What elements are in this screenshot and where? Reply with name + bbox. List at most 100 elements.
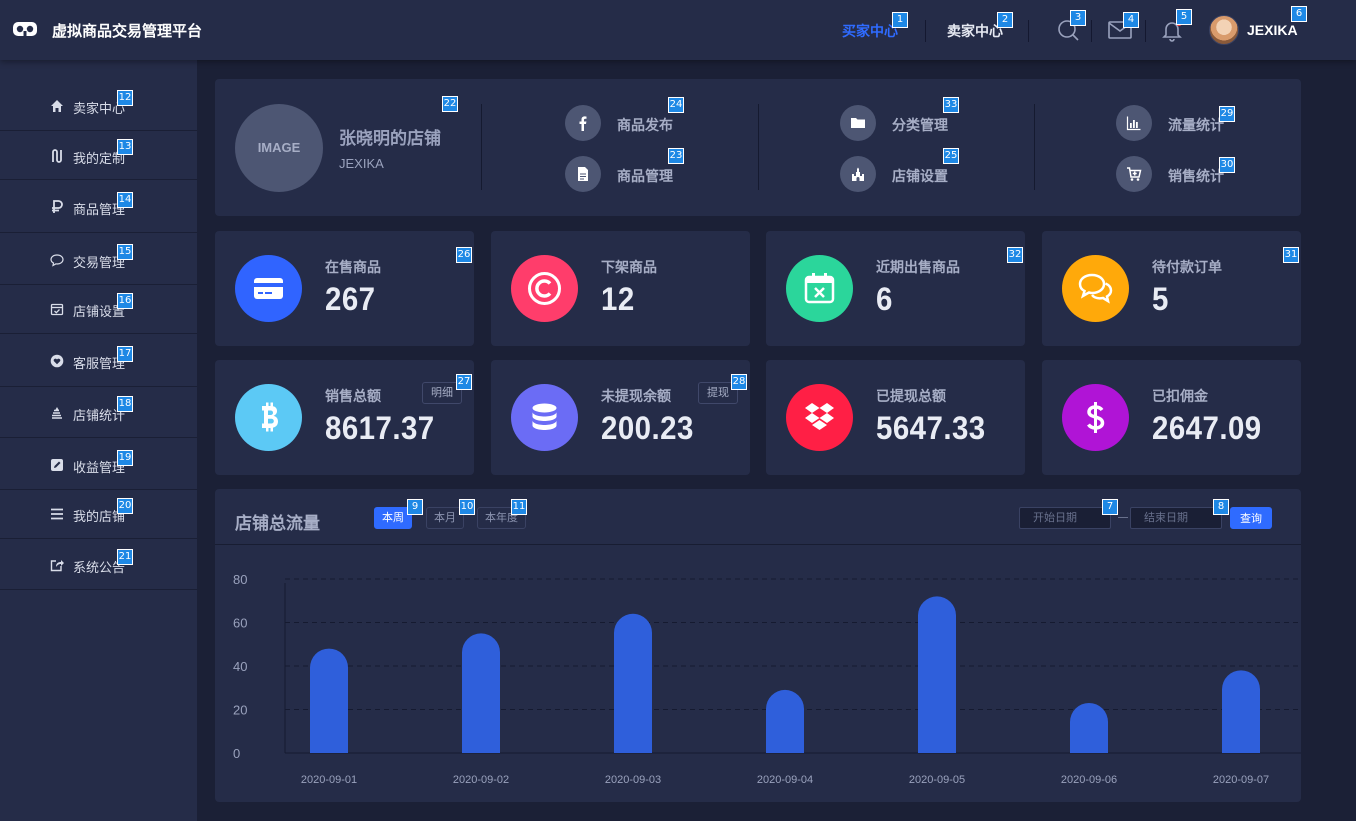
- vr-goggles-logo-icon: [13, 22, 37, 36]
- annotation-badge: 11: [511, 499, 527, 515]
- stat-card-recent-sold[interactable]: 近期出售商品 6: [766, 231, 1025, 346]
- shop-info-panel: IMAGE 张晓明的店铺 JEXIKA 商品发布 商品管理 分类管理 店铺设置 …: [215, 79, 1301, 216]
- divider: [481, 104, 482, 190]
- query-button[interactable]: 查询: [1230, 507, 1272, 529]
- sidebar-item-announcement[interactable]: 系统公告: [0, 539, 197, 590]
- y-tick-label: 0: [233, 746, 240, 761]
- annotation-badge: 27: [456, 374, 472, 390]
- dropbox-icon: [805, 403, 834, 430]
- stat-card-on-sale[interactable]: 在售商品 267: [215, 231, 474, 346]
- annotation-badge: 6: [1291, 6, 1307, 22]
- stat-label: 已提现总额: [876, 388, 946, 404]
- nav-divider: [1091, 20, 1092, 42]
- stat-label: 未提现余额: [601, 388, 671, 404]
- x-tick-label: 2020-09-03: [605, 774, 661, 786]
- stat-card-sales-total[interactable]: 销售总额 8617.37 明细: [215, 360, 474, 475]
- annotation-badge: 22: [442, 96, 458, 112]
- annotation-badge: 19: [117, 450, 133, 466]
- stat-value: 12: [601, 281, 635, 317]
- date-range-dash: [1118, 517, 1128, 518]
- annotation-badge: 16: [117, 293, 133, 309]
- facebook-icon: [579, 116, 587, 131]
- quick-link-label: 分类管理: [892, 117, 948, 133]
- nav-seller-center[interactable]: 卖家中心: [947, 21, 1003, 41]
- sidebar-item-my-custom[interactable]: 我的定制: [0, 131, 197, 180]
- card-icon: [254, 278, 283, 299]
- sidebar-item-income[interactable]: 收益管理: [0, 438, 197, 490]
- annotation-badge: 10: [459, 499, 475, 515]
- annotation-badge: 2: [997, 12, 1013, 28]
- quick-link-label: 店铺设置: [892, 168, 948, 184]
- chart-bar: [1070, 702, 1108, 753]
- top-header: 虚拟商品交易管理平台 买家中心 卖家中心 JEXIKA: [0, 0, 1356, 60]
- sidebar-item-trade[interactable]: 交易管理: [0, 233, 197, 285]
- shop-avatar[interactable]: IMAGE: [235, 104, 323, 192]
- stat-label: 近期出售商品: [876, 259, 960, 275]
- annotation-badge: 23: [668, 148, 684, 164]
- castle-icon: [852, 167, 864, 181]
- calendar-x-icon: [804, 273, 835, 304]
- sidebar-item-my-shop[interactable]: 我的店铺: [0, 490, 197, 539]
- sidebar-item-seller-center[interactable]: 卖家中心: [0, 60, 197, 131]
- annotation-badge: 12: [117, 90, 133, 106]
- share-icon: [50, 560, 64, 572]
- stat-value: 2647.09: [1152, 410, 1262, 446]
- chat-bubble-icon: [50, 254, 64, 267]
- stat-card-withdrawn-total[interactable]: 已提现总额 5647.33: [766, 360, 1025, 475]
- stat-icon-circle: [511, 384, 578, 451]
- stat-icon-circle: [235, 384, 302, 451]
- sidebar-item-goods[interactable]: 商品管理: [0, 180, 197, 233]
- annotation-badge: 26: [456, 247, 472, 263]
- annotation-badge: 30: [1219, 157, 1235, 173]
- shop-owner: JEXIKA: [339, 156, 384, 171]
- annotation-badge: 33: [943, 97, 959, 113]
- stack-icon: [52, 407, 62, 419]
- stat-card-commission[interactable]: 已扣佣金 2647.09: [1042, 360, 1301, 475]
- nav-buyer-center[interactable]: 买家中心: [842, 21, 898, 41]
- end-date-input[interactable]: [1130, 507, 1222, 529]
- quick-link-label: 商品管理: [617, 168, 673, 184]
- sidebar-item-shop-settings[interactable]: 店铺设置: [0, 285, 197, 334]
- stat-icon-circle: [1062, 255, 1129, 322]
- stat-label: 在售商品: [325, 259, 381, 275]
- stat-value: 5647.33: [876, 410, 986, 446]
- folder-icon: [851, 118, 865, 128]
- start-date-input[interactable]: [1019, 507, 1111, 529]
- stat-icon-circle: [786, 384, 853, 451]
- ruble-icon: [52, 200, 63, 213]
- annotation-badge: 8: [1213, 499, 1229, 515]
- stat-icon-circle: [1062, 384, 1129, 451]
- stat-value: 267: [325, 281, 376, 317]
- y-tick-label: 20: [233, 703, 247, 718]
- stat-icon-circle: [786, 255, 853, 322]
- stat-icon-circle: [511, 255, 578, 322]
- annotation-badge: 5: [1176, 9, 1192, 25]
- stat-card-off-shelf[interactable]: 下架商品 12: [491, 231, 750, 346]
- traffic-chart-panel: 店铺总流量 本周 本月 本年度 查询 0204060802020-09-0120…: [215, 489, 1301, 802]
- chart-bar: [766, 689, 804, 753]
- annotation-badge: 21: [117, 549, 133, 565]
- database-icon: [532, 403, 557, 430]
- user-avatar[interactable]: [1209, 15, 1239, 45]
- menu-icon: [51, 508, 63, 520]
- user-name[interactable]: JEXIKA: [1247, 22, 1298, 38]
- annotation-badge: 32: [1007, 247, 1023, 263]
- sidebar-item-shop-stats[interactable]: 店铺统计: [0, 387, 197, 438]
- annotation-badge: 14: [117, 192, 133, 208]
- copyright-icon: [528, 272, 561, 305]
- calendar-check-icon: [50, 303, 64, 316]
- divider: [758, 104, 759, 190]
- dollar-icon: [1087, 402, 1105, 433]
- chart-bar: [918, 596, 956, 753]
- stat-card-unwithdrawn[interactable]: 未提现余额 200.23 提现: [491, 360, 750, 475]
- x-tick-label: 2020-09-07: [1213, 774, 1269, 786]
- stat-value: 6: [876, 281, 893, 317]
- stat-card-pending-payment[interactable]: 待付款订单 5: [1042, 231, 1301, 346]
- custom-icon: [52, 149, 62, 163]
- annotation-badge: 7: [1102, 499, 1118, 515]
- sidebar-item-customer-service[interactable]: 客服管理: [0, 334, 197, 387]
- stat-icon-circle: [235, 255, 302, 322]
- stat-value: 5: [1152, 281, 1169, 317]
- annotation-badge: 18: [117, 396, 133, 412]
- heart-icon: [50, 354, 64, 368]
